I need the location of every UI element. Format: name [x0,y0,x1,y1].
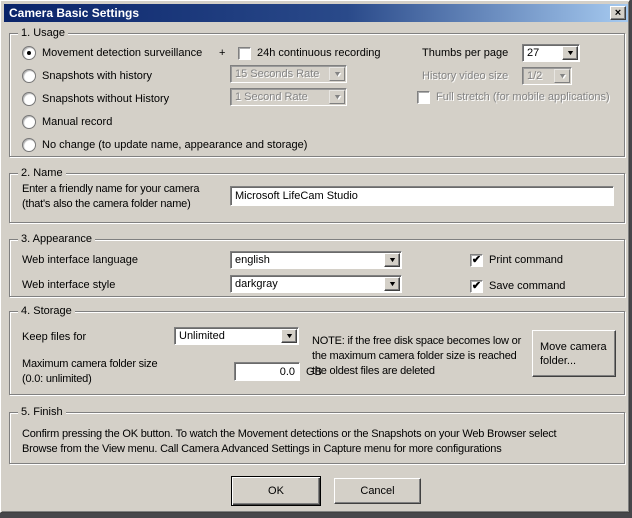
camera-name-prompt: Enter a friendly name for your camera (t… [22,182,199,212]
radio-manual-record[interactable]: Manual record [22,115,112,129]
group-name-legend: 2. Name [18,166,66,180]
radio-movement-detection[interactable]: Movement detection surveillance [22,46,202,60]
window-title: Camera Basic Settings [9,6,139,20]
language-label: Web interface language [22,253,138,267]
checkbox-icon: ✔ [470,280,483,293]
group-usage-legend: 1. Usage [18,26,68,40]
close-icon: × [615,8,621,18]
keep-files-label: Keep files for [22,330,86,344]
checkbox-icon: ✔ [470,254,483,267]
selected-value: 1 Second Rate [235,91,308,103]
storage-note: NOTE: if the free disk space becomes low… [312,334,521,379]
checkbox-icon: ✔ [238,47,251,60]
dropdown-button: ▼ [329,90,345,104]
checkbox-full-stretch: ✔ Full stretch (for mobile applications) [417,90,610,104]
thumbs-per-page-label: Thumbs per page [422,46,508,60]
radio-label: Manual record [42,115,112,129]
chevron-down-icon: ▼ [565,50,574,57]
max-folder-size-input[interactable] [234,362,300,381]
style-label: Web interface style [22,278,115,292]
group-finish-legend: 5. Finish [18,405,66,419]
group-appearance-legend: 3. Appearance [18,232,95,246]
group-storage: 4. Storage Keep files for Unlimited ▼ Ma… [9,311,625,395]
selected-value: darkgray [235,278,278,290]
radio-label: Movement detection surveillance [42,46,202,60]
checkbox-24h-continuous[interactable]: ✔ 24h continuous recording [238,46,381,60]
rate-with-history-select: 15 Seconds Rate ▼ [230,65,347,83]
chevron-down-icon: ▼ [332,71,341,78]
language-select[interactable]: english ▼ [230,251,402,269]
dropdown-button: ▼ [329,67,345,81]
chevron-down-icon: ▼ [332,94,341,101]
chevron-down-icon: ▼ [557,73,566,80]
thumbs-per-page-select[interactable]: 27 ▼ [522,44,580,62]
camera-name-input[interactable] [230,186,614,206]
selected-value: english [235,254,270,266]
dropdown-button[interactable]: ▼ [281,329,297,343]
radio-label: Snapshots with history [42,69,152,83]
ok-button[interactable]: OK [231,476,321,506]
radio-icon [22,69,36,83]
history-video-size-label: History video size [422,69,508,83]
selected-value: 15 Seconds Rate [235,68,319,80]
radio-label: No change (to update name, appearance an… [42,138,307,152]
titlebar[interactable]: Camera Basic Settings × [4,4,628,22]
checkbox-icon: ✔ [417,91,430,104]
checkbox-label: Print command [489,253,563,267]
close-button[interactable]: × [610,6,626,20]
radio-icon [22,46,36,60]
chevron-down-icon: ▼ [387,281,396,288]
group-name: 2. Name Enter a friendly name for your c… [9,173,625,223]
finish-instructions: Confirm pressing the OK button. To watch… [22,427,556,457]
checkbox-label: 24h continuous recording [257,46,381,60]
radio-no-change[interactable]: No change (to update name, appearance an… [22,138,307,152]
radio-snapshots-with-history[interactable]: Snapshots with history [22,69,152,83]
keep-files-select[interactable]: Unlimited ▼ [174,327,299,345]
group-appearance: 3. Appearance Web interface language eng… [9,239,625,297]
group-finish: 5. Finish Confirm pressing the OK button… [9,412,625,464]
dropdown-button: ▼ [554,69,570,83]
radio-icon [22,92,36,106]
radio-icon [22,138,36,152]
style-select[interactable]: darkgray ▼ [230,275,402,293]
chevron-down-icon: ▼ [387,257,396,264]
dropdown-button[interactable]: ▼ [562,46,578,60]
plus-separator: + [219,46,225,60]
max-folder-size-label: Maximum camera folder size (0.0: unlimit… [22,357,157,387]
selected-value: Unlimited [179,330,225,342]
rate-without-history-select: 1 Second Rate ▼ [230,88,347,106]
cancel-button[interactable]: Cancel [334,478,421,504]
dropdown-button[interactable]: ▼ [384,253,400,267]
checkbox-label: Save command [489,279,565,293]
selected-value: 27 [527,47,539,59]
history-video-size-select: 1/2 ▼ [522,67,572,85]
radio-snapshots-without-history[interactable]: Snapshots without History [22,92,169,106]
chevron-down-icon: ▼ [284,333,293,340]
selected-value: 1/2 [527,70,542,82]
checkbox-save-command[interactable]: ✔ Save command [470,279,565,293]
group-storage-legend: 4. Storage [18,304,75,318]
move-camera-folder-button[interactable]: Move camera folder... [532,330,616,377]
radio-label: Snapshots without History [42,92,169,106]
dialog-camera-basic-settings: Camera Basic Settings × 1. Usage Movemen… [0,0,630,513]
radio-icon [22,115,36,129]
dropdown-button[interactable]: ▼ [384,277,400,291]
checkbox-print-command[interactable]: ✔ Print command [470,253,563,267]
group-usage: 1. Usage Movement detection surveillance… [9,33,625,157]
checkbox-label: Full stretch (for mobile applications) [436,90,610,104]
